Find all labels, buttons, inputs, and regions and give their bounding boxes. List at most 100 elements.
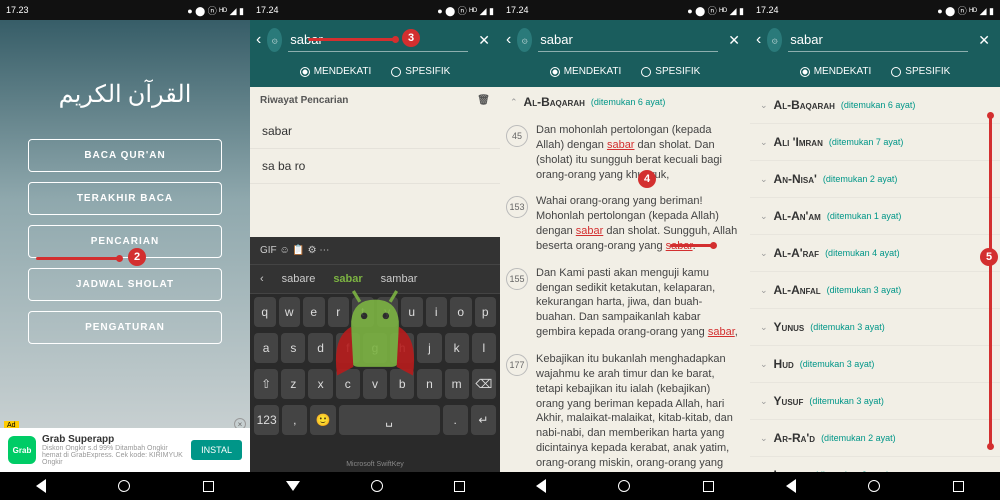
key[interactable]: v <box>363 369 387 399</box>
key[interactable]: c <box>336 369 360 399</box>
ad-install-button[interactable]: INSTAL <box>191 440 242 460</box>
key[interactable]: w <box>279 297 301 327</box>
clear-icon[interactable]: ✕ <box>724 32 744 49</box>
ayat-item[interactable]: 45Dan mohonlah pertolongan (kepada Allah… <box>500 117 750 188</box>
surah-row[interactable]: ⌄Ali 'Imran(ditemukan 7 ayat) <box>750 124 1000 161</box>
key[interactable]: ␣ <box>339 405 440 435</box>
key[interactable]: s <box>281 333 305 363</box>
radio-spesifik[interactable]: Spesifik <box>641 66 700 77</box>
surah-row[interactable]: ⌄Al-An'am(ditemukan 1 ayat) <box>750 198 1000 235</box>
key[interactable]: g <box>363 333 387 363</box>
key[interactable]: u <box>401 297 423 327</box>
suggestion[interactable]: sabare <box>276 271 322 287</box>
status-time: 17.24 <box>256 5 279 15</box>
ayat-item[interactable]: 155Dan Kami pasti akan menguji kamu deng… <box>500 260 750 346</box>
surah-row[interactable]: ⌄Yusuf(ditemukan 3 ayat) <box>750 383 1000 420</box>
surah-name: Al-Anfal <box>774 283 821 297</box>
key[interactable]: m <box>445 369 469 399</box>
nav-back-icon[interactable] <box>36 479 46 493</box>
clear-icon[interactable]: ✕ <box>474 32 494 49</box>
nav-back-icon[interactable] <box>536 479 546 493</box>
ayat-item[interactable]: 177Kebajikan itu bukanlah menghadapkan w… <box>500 346 750 472</box>
chevron-up-icon: ⌃ <box>510 97 518 108</box>
menu-terakhir-baca[interactable]: TERAKHIR BACA <box>28 182 222 215</box>
nav-home-icon[interactable] <box>618 480 630 492</box>
banner-ad[interactable]: Grab Grab Superapp Diskon Ongkir s.d 99%… <box>0 428 250 472</box>
nav-recents-icon[interactable] <box>703 481 714 492</box>
surah-name: Ali 'Imran <box>774 135 823 149</box>
ayat-item[interactable]: 153Wahai orang-orang yang beriman! Mohon… <box>500 188 750 259</box>
radio-spesifik[interactable]: Spesifik <box>391 66 450 77</box>
surah-row[interactable]: ⌄Al-Baqarah(ditemukan 6 ayat) <box>750 87 1000 124</box>
clear-icon[interactable]: ✕ <box>974 32 994 49</box>
delete-history-icon[interactable]: 🗑 <box>477 95 490 106</box>
key[interactable]: b <box>390 369 414 399</box>
quran-icon: ۞ <box>767 28 782 52</box>
nav-home-icon[interactable] <box>371 480 383 492</box>
key[interactable]: t <box>352 297 374 327</box>
key[interactable]: x <box>308 369 332 399</box>
menu-baca-quran[interactable]: BACA QUR'AN <box>28 139 222 172</box>
key[interactable]: l <box>472 333 496 363</box>
history-item[interactable]: sabar <box>250 114 500 149</box>
key[interactable]: n <box>417 369 441 399</box>
history-item[interactable]: sa ba ro <box>250 149 500 184</box>
back-icon[interactable]: ‹ <box>256 31 261 49</box>
ayat-count: (ditemukan 3 ayat) <box>809 396 884 406</box>
soft-keyboard[interactable]: GIF ☺ 📋 ⚙ ⋯ ‹ sabare sabar sambar qwerty… <box>250 237 500 472</box>
key[interactable]: i <box>426 297 448 327</box>
search-input[interactable] <box>788 28 968 52</box>
key[interactable]: h <box>390 333 414 363</box>
key[interactable]: ⌫ <box>472 369 496 399</box>
nav-home-icon[interactable] <box>118 480 130 492</box>
key[interactable]: d <box>308 333 332 363</box>
surah-row[interactable]: ⌄Ar-Ra'd(ditemukan 2 ayat) <box>750 420 1000 457</box>
ayat-count: (ditemukan 2 ayat) <box>823 174 898 184</box>
surah-row[interactable]: ⌄Ibrahim(ditemukan 2 ayat) <box>750 457 1000 472</box>
nav-back-icon[interactable] <box>286 481 300 491</box>
key[interactable]: q <box>254 297 276 327</box>
key[interactable]: , <box>282 405 307 435</box>
radio-mendekati[interactable]: Mendekati <box>550 66 622 77</box>
key[interactable]: j <box>417 333 441 363</box>
nav-recents-icon[interactable] <box>454 481 465 492</box>
key[interactable]: a <box>254 333 278 363</box>
statusbar: 17.23 ● ⬤ ⓝ ᴴᴰ ◢ ▮ <box>0 0 250 20</box>
key[interactable]: . <box>443 405 468 435</box>
radio-spesifik[interactable]: Spesifik <box>891 66 950 77</box>
menu-pencarian[interactable]: PENCARIAN <box>28 225 222 258</box>
nav-recents-icon[interactable] <box>953 481 964 492</box>
radio-mendekati[interactable]: Mendekati <box>300 66 372 77</box>
search-input[interactable] <box>538 28 718 52</box>
menu-jadwal-sholat[interactable]: JADWAL SHOLAT <box>28 268 222 301</box>
surah-row[interactable]: ⌄Al-Anfal(ditemukan 3 ayat) <box>750 272 1000 309</box>
menu-pengaturan[interactable]: PENGATURAN <box>28 311 222 344</box>
nav-recents-icon[interactable] <box>203 481 214 492</box>
nav-back-icon[interactable] <box>786 479 796 493</box>
surah-row[interactable]: ⌄An-Nisa'(ditemukan 2 ayat) <box>750 161 1000 198</box>
key[interactable]: o <box>450 297 472 327</box>
surah-row[interactable]: ⌄Al-A'raf(ditemukan 4 ayat) <box>750 235 1000 272</box>
surah-list[interactable]: ⌄Al-Baqarah(ditemukan 6 ayat)⌄Ali 'Imran… <box>750 87 1000 472</box>
key[interactable]: f <box>336 333 360 363</box>
key[interactable]: 123 <box>254 405 279 435</box>
surah-row[interactable]: ⌄Hud(ditemukan 3 ayat) <box>750 346 1000 383</box>
key[interactable]: 🙂 <box>310 405 335 435</box>
key[interactable]: ↵ <box>471 405 496 435</box>
key[interactable]: k <box>445 333 469 363</box>
surah-row[interactable]: ⌄Yunus(ditemukan 3 ayat) <box>750 309 1000 346</box>
radio-mendekati[interactable]: Mendekati <box>800 66 872 77</box>
nav-home-icon[interactable] <box>868 480 880 492</box>
key[interactable]: r <box>328 297 350 327</box>
back-icon[interactable]: ‹ <box>756 31 761 49</box>
key[interactable]: y <box>377 297 399 327</box>
key[interactable]: ⇧ <box>254 369 278 399</box>
back-icon[interactable]: ‹ <box>506 31 511 49</box>
key[interactable]: p <box>475 297 497 327</box>
suggestion-active[interactable]: sabar <box>327 271 368 287</box>
surah-name: Al-Baqarah <box>524 95 585 109</box>
surah-header[interactable]: ⌃ Al-Baqarah (ditemukan 6 ayat) <box>500 87 750 117</box>
suggestion[interactable]: sambar <box>375 271 424 287</box>
key[interactable]: z <box>281 369 305 399</box>
key[interactable]: e <box>303 297 325 327</box>
